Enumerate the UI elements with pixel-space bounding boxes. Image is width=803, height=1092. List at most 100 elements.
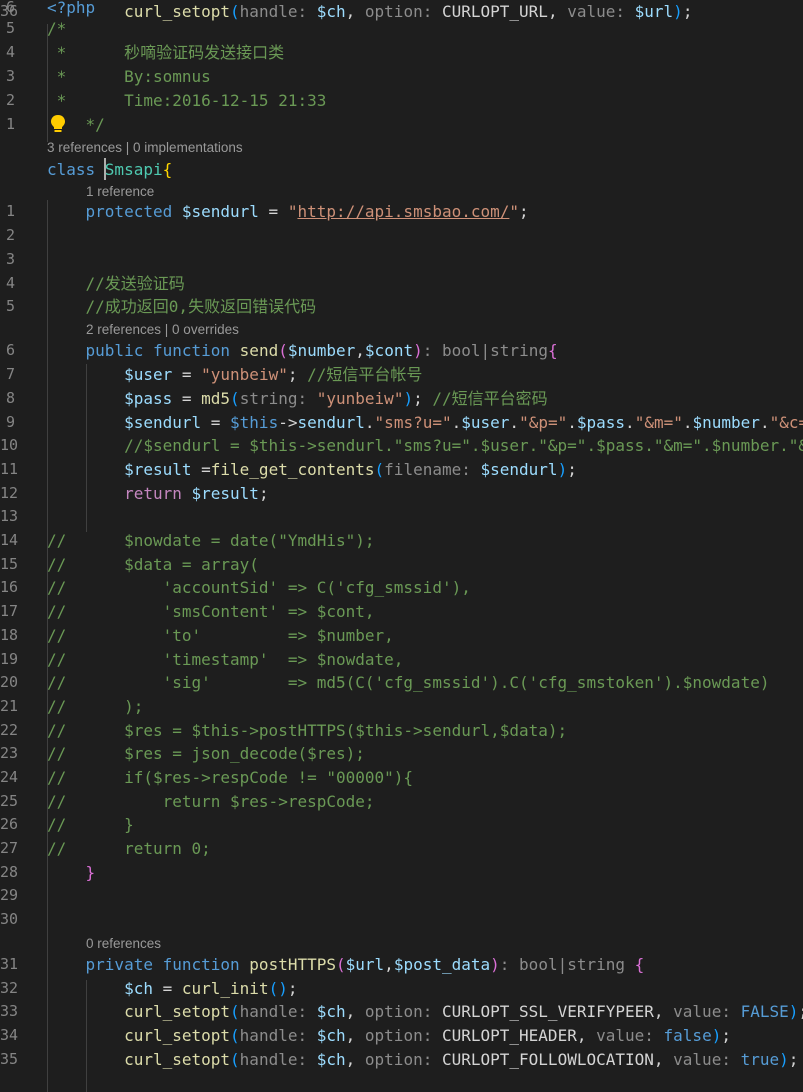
code-line[interactable]: 1 */ <box>0 113 803 137</box>
code-token: -> <box>278 413 298 432</box>
code-line[interactable]: 6 public function send($number,$cont): b… <box>0 339 803 363</box>
code-line[interactable]: 2 <box>0 224 803 248</box>
line-number: 14 <box>0 531 19 549</box>
code-token: public <box>85 341 153 360</box>
line-number: 8 <box>5 389 15 407</box>
line-number: 34 <box>0 1026 19 1044</box>
code-line[interactable]: 25 // return $res->respCode; <box>0 790 803 814</box>
code-line[interactable]: 35 curl_setopt(handle: $ch, option: CURL… <box>0 1048 803 1072</box>
line-number: 23 <box>0 744 19 762</box>
code-line[interactable]: 10 //$sendurl = $this->sendurl."sms?u=".… <box>0 434 803 458</box>
lightbulb-icon[interactable] <box>47 113 69 135</box>
code-token: , <box>355 341 365 360</box>
code-line[interactable]: 7 $user = "yunbeiw"; //短信平台帐号 <box>0 363 803 387</box>
line-number: 10 <box>0 436 19 454</box>
code-line[interactable]: 8 $pass = md5(string: "yunbeiw"); //短信平台… <box>0 387 803 411</box>
code-lens[interactable]: 0 references <box>86 934 161 954</box>
code-token: . <box>567 413 577 432</box>
code-token: Smsapi <box>104 160 163 179</box>
code-lens[interactable]: 2 references | 0 overrides <box>86 320 239 340</box>
line-number: 27 <box>0 839 19 857</box>
code-token: $number <box>692 413 760 432</box>
code-line[interactable]: 12 return $result; <box>0 482 803 506</box>
code-line[interactable]: 34 curl_setopt(handle: $ch, option: CURL… <box>0 1024 803 1048</box>
code-token: $ch <box>316 1002 346 1021</box>
code-token: ; <box>258 484 269 503</box>
code-line[interactable]: 14 // $nowdate = date("YmdHis"); <box>0 529 803 553</box>
code-line[interactable]: 18 // 'to' => $number, <box>0 624 803 648</box>
line-content: protected $sendurl = "http://api.smsbao.… <box>47 200 529 224</box>
code-line[interactable]: 31 private function postHTTPS($url,$post… <box>0 953 803 977</box>
code-line[interactable]: 17 // 'smsContent' => $cont, <box>0 600 803 624</box>
code-line[interactable]: 26 // } <box>0 813 803 837</box>
code-line[interactable]: 15 // $data = array( <box>0 553 803 577</box>
code-token: //成功返回0,失败返回错误代码 <box>85 297 317 316</box>
line-content: // $data = array( <box>47 553 259 577</box>
line-content: // return 0; <box>47 837 211 861</box>
code-line[interactable]: 3 <box>0 248 803 272</box>
code-token: ) <box>413 341 423 360</box>
code-token: . <box>759 413 770 432</box>
code-line[interactable]: 32 $ch = curl_init(); <box>0 977 803 1001</box>
code-editor[interactable]: 3 references | 0 implementations 1 refere… <box>0 0 803 1092</box>
code-line[interactable]: 3 * By:somnus <box>0 65 803 89</box>
line-content: curl_setopt(handle: $ch, option: CURLOPT… <box>47 1048 798 1072</box>
code-line[interactable]: 28 } <box>0 861 803 885</box>
code-token: curl_setopt <box>124 1050 231 1069</box>
code-token: md5 <box>201 389 231 408</box>
code-token: ) <box>779 1050 789 1069</box>
code-token: function <box>162 955 250 974</box>
line-content: * Time:2016-12-15 21:33 <box>47 89 327 113</box>
code-line[interactable]: 27 // return 0; <box>0 837 803 861</box>
code-line[interactable]: 30 <box>0 908 803 932</box>
code-line[interactable]: 4 //发送验证码 <box>0 272 803 296</box>
code-line[interactable]: 9 $sendurl = $this->sendurl."sms?u=".$us… <box>0 411 803 435</box>
code-line[interactable]: 22 // $res = $this->postHTTPS($this->send… <box>0 719 803 743</box>
code-token: protected <box>85 202 182 221</box>
code-line[interactable]: 13 <box>0 505 803 529</box>
code-token: value: <box>596 1026 664 1045</box>
code-line[interactable]: 4 * 秒嘀验证码发送接口类 <box>0 41 803 65</box>
line-content: } <box>47 861 96 885</box>
line-number: 17 <box>0 602 19 620</box>
code-lens[interactable]: 3 references | 0 implementations <box>47 138 243 158</box>
code-line[interactable]: 36 curl_setopt(handle: $ch, option: CURL… <box>0 0 803 24</box>
code-line[interactable]: 11 $result =file_get_contents(filename: … <box>0 458 803 482</box>
code-token: option: <box>364 1002 442 1021</box>
code-line[interactable]: 2 * Time:2016-12-15 21:33 <box>0 89 803 113</box>
code-line[interactable]: 24 // if($res->respCode != "00000"){ <box>0 766 803 790</box>
line-content: curl_setopt(handle: $ch, option: CURLOPT… <box>47 0 692 24</box>
code-line[interactable]: 5 //成功返回0,失败返回错误代码 <box>0 295 803 319</box>
code-line[interactable]: 29 <box>0 884 803 908</box>
code-token: handle: <box>239 1050 317 1069</box>
code-token: handle: <box>239 2 317 21</box>
code-line[interactable]: 16 // 'accountSid' => C('cfg_smssid'), <box>0 576 803 600</box>
code-token: ( <box>230 1002 240 1021</box>
code-token: return <box>124 484 192 503</box>
code-token: filename: <box>384 460 481 479</box>
code-lens[interactable]: 1 reference <box>86 182 154 202</box>
code-token: $sendurl <box>124 413 202 432</box>
code-token: curl_setopt <box>124 2 231 21</box>
code-token: $pass <box>576 413 626 432</box>
code-token: ( <box>230 1026 240 1045</box>
line-number: 30 <box>0 910 19 928</box>
code-token: function <box>152 341 240 360</box>
code-line[interactable]: 23 // $res = json_decode($res); <box>0 742 803 766</box>
code-line[interactable]: 1 protected $sendurl = "http://api.smsba… <box>0 200 803 224</box>
code-line[interactable]: class Smsapi{ <box>0 158 803 182</box>
code-token: $ch <box>316 2 346 21</box>
code-line[interactable]: 33 curl_setopt(handle: $ch, option: CURL… <box>0 1000 803 1024</box>
code-token: { <box>634 955 645 974</box>
code-line[interactable]: 21 // ); <box>0 695 803 719</box>
code-token: //发送验证码 <box>85 274 185 293</box>
code-line[interactable]: 19 // 'timestamp' => $nowdate, <box>0 648 803 672</box>
code-token: // } <box>47 815 134 834</box>
code-line[interactable]: 20 // 'sig' => md5(C('cfg_smssid').C('cfg… <box>0 671 803 695</box>
line-number: 3 <box>5 250 15 268</box>
code-token: $this <box>230 413 279 432</box>
code-token: handle: <box>239 1026 317 1045</box>
